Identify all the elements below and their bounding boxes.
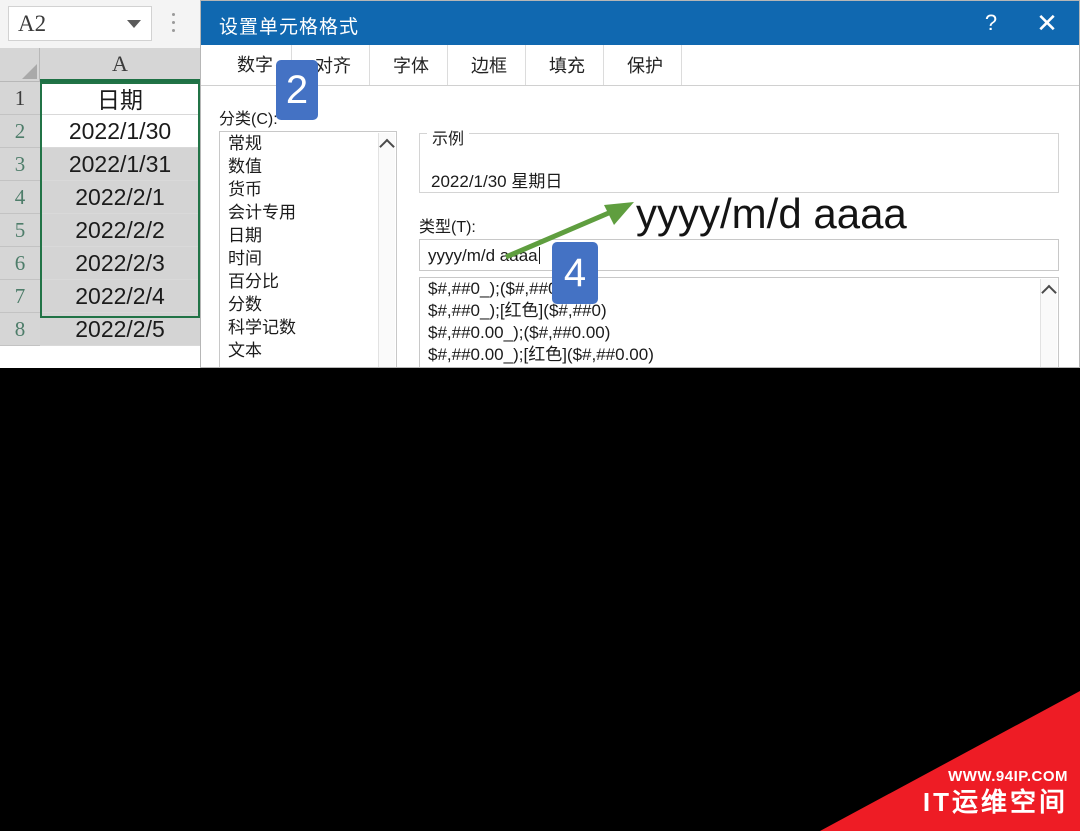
name-box[interactable]: A2 xyxy=(8,6,152,41)
watermark: WWW.94IP.COM IT运维空间 xyxy=(820,691,1080,831)
table-row: 1 日期 xyxy=(0,82,200,115)
column-header-a[interactable]: A xyxy=(40,48,200,82)
tab-fill[interactable]: 填充 xyxy=(531,45,604,85)
table-row: 2 2022/1/30 xyxy=(0,115,200,148)
category-listbox[interactable]: 常规 数值 货币 会计专用 日期 时间 百分比 分数 科学记数 文本 xyxy=(219,131,397,367)
tab-font[interactable]: 字体 xyxy=(375,45,448,85)
sample-legend: 示例 xyxy=(427,125,470,149)
tab-border[interactable]: 边框 xyxy=(453,45,526,85)
list-item[interactable]: 科学记数 xyxy=(220,316,396,339)
row-header[interactable]: 4 xyxy=(0,181,40,214)
list-item[interactable]: $#,##0.00_);($#,##0.00) xyxy=(420,322,1058,344)
list-item[interactable]: 数值 xyxy=(220,155,396,178)
format-cells-dialog: 设置单元格格式 ? ✕ 数字 对齐 字体 边框 填充 保护 分类(C): 常规 … xyxy=(200,0,1080,368)
annotation-callout-text: yyyy/m/d aaaa xyxy=(636,190,907,237)
list-item[interactable]: $#,##0_);[红色]($#,##0) xyxy=(420,300,1058,322)
chevron-up-icon[interactable] xyxy=(379,138,395,155)
row-header[interactable]: 5 xyxy=(0,214,40,247)
table-row: 7 2022/2/4 xyxy=(0,280,200,313)
cell-a3[interactable]: 2022/1/31 xyxy=(40,148,200,181)
name-box-bar: A2 xyxy=(0,0,200,48)
cell-a4[interactable]: 2022/2/1 xyxy=(40,181,200,214)
cell-a5[interactable]: 2022/2/2 xyxy=(40,214,200,247)
sample-value: 2022/1/30 星期日 xyxy=(431,172,563,191)
row-header[interactable]: 8 xyxy=(0,313,40,346)
list-item[interactable]: 日期 xyxy=(220,224,396,247)
help-icon[interactable]: ? xyxy=(963,1,1019,45)
select-all-corner[interactable] xyxy=(0,48,40,82)
worksheet-grid: A 1 日期 2 2022/1/30 3 2022/1/31 4 2022/2/… xyxy=(0,48,200,368)
format-listbox[interactable]: $#,##0_);($#,##0) $#,##0_);[红色]($#,##0) … xyxy=(419,277,1059,367)
category-scrollbar[interactable] xyxy=(378,133,395,367)
format-scrollbar[interactable] xyxy=(1040,279,1057,367)
corner-triangle-icon xyxy=(22,64,37,79)
list-item[interactable]: 分数 xyxy=(220,293,396,316)
tab-protection[interactable]: 保护 xyxy=(609,45,682,85)
chevron-down-icon[interactable] xyxy=(127,20,141,28)
table-row: 4 2022/2/1 xyxy=(0,181,200,214)
table-row: 5 2022/2/2 xyxy=(0,214,200,247)
dialog-title: 设置单元格格式 xyxy=(219,17,360,38)
table-row: 3 2022/1/31 xyxy=(0,148,200,181)
row-header[interactable]: 2 xyxy=(0,115,40,148)
list-item[interactable]: 常规 xyxy=(220,132,396,155)
list-item[interactable]: 百分比 xyxy=(220,270,396,293)
cell-a8[interactable]: 2022/2/5 xyxy=(40,313,200,346)
list-item[interactable]: 会计专用 xyxy=(220,201,396,224)
list-item[interactable]: $#,##0_);($#,##0) xyxy=(420,278,1058,300)
cell-a7[interactable]: 2022/2/4 xyxy=(40,280,200,313)
list-item[interactable]: 文本 xyxy=(220,339,396,362)
close-icon[interactable]: ✕ xyxy=(1019,1,1075,45)
type-label: 类型(T): xyxy=(419,219,476,236)
name-box-value: A2 xyxy=(18,11,47,36)
annotation-badge-2: 2 xyxy=(276,60,318,120)
list-item[interactable]: 货币 xyxy=(220,178,396,201)
cell-a1[interactable]: 日期 xyxy=(40,82,200,115)
cell-a2[interactable]: 2022/1/30 xyxy=(40,115,200,148)
watermark-name: IT运维空间 xyxy=(922,787,1068,817)
annotation-badge-4: 4 xyxy=(552,242,598,304)
dialog-titlebar: 设置单元格格式 ? ✕ xyxy=(201,1,1079,45)
cell-a6[interactable]: 2022/2/3 xyxy=(40,247,200,280)
row-header[interactable]: 6 xyxy=(0,247,40,280)
list-item[interactable]: 时间 xyxy=(220,247,396,270)
vertical-dots-icon[interactable] xyxy=(172,13,176,35)
dialog-tab-strip: 数字 对齐 字体 边框 填充 保护 xyxy=(201,45,1079,86)
chevron-up-icon[interactable] xyxy=(1041,284,1057,301)
category-label: 分类(C): xyxy=(219,111,278,128)
table-row: 8 2022/2/5 xyxy=(0,313,200,346)
row-header[interactable]: 7 xyxy=(0,280,40,313)
list-item[interactable]: $#,##0.00_);[红色]($#,##0.00) xyxy=(420,344,1058,366)
row-header[interactable]: 1 xyxy=(0,82,40,115)
row-header[interactable]: 3 xyxy=(0,148,40,181)
table-row: 6 2022/2/3 xyxy=(0,247,200,280)
